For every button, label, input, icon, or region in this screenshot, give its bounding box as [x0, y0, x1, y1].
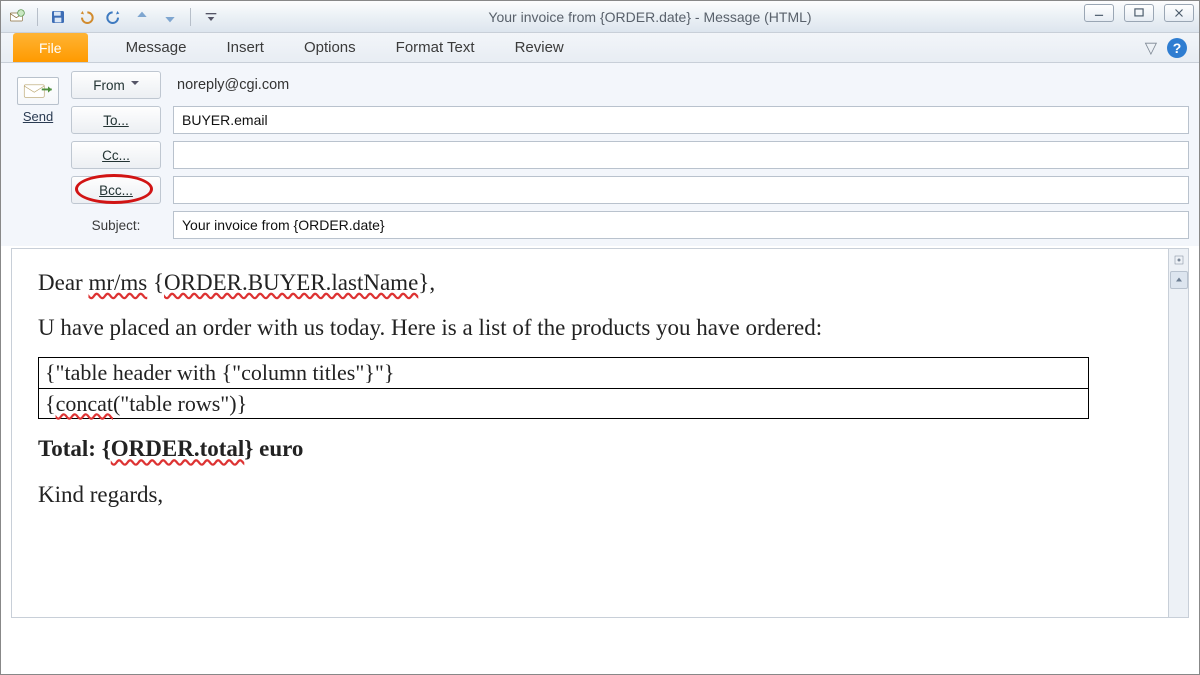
tab-message[interactable]: Message: [106, 33, 207, 62]
compose-header: Send From noreply@cgi.com To... Cc... Bc…: [1, 63, 1199, 246]
bcc-field[interactable]: [173, 176, 1189, 204]
body-intro: U have placed an order with us today. He…: [38, 312, 1144, 343]
from-value: noreply@cgi.com: [173, 71, 1189, 99]
send-label: Send: [23, 109, 53, 124]
window-title: Your invoice from {ORDER.date} - Message…: [221, 9, 1199, 25]
table-header-cell: {"table header with {"column titles"}"}: [39, 358, 1089, 389]
table-rows-cell: {concat("table rows")}: [39, 388, 1089, 419]
tab-options[interactable]: Options: [284, 33, 376, 62]
cc-button[interactable]: Cc...: [71, 141, 161, 169]
body-total: Total: {ORDER.total} euro: [38, 433, 1144, 464]
subject-field[interactable]: [173, 211, 1189, 239]
from-button-label: From: [93, 78, 125, 93]
undo-icon[interactable]: [76, 7, 96, 27]
save-icon[interactable]: [48, 7, 68, 27]
bcc-button-label: Bcc...: [99, 183, 133, 198]
to-field[interactable]: [173, 106, 1189, 134]
tab-review[interactable]: Review: [495, 33, 584, 62]
message-body-editor[interactable]: Dear mr/ms {ORDER.BUYER.lastName}, U hav…: [11, 248, 1189, 618]
cc-button-label: Cc...: [102, 148, 130, 163]
body-greeting: Dear mr/ms {ORDER.BUYER.lastName},: [38, 267, 1144, 298]
title-bar: Your invoice from {ORDER.date} - Message…: [1, 1, 1199, 33]
scroll-options-icon[interactable]: [1170, 251, 1188, 269]
new-mail-icon[interactable]: [7, 7, 27, 27]
tab-insert[interactable]: Insert: [206, 33, 284, 62]
cc-field[interactable]: [173, 141, 1189, 169]
prev-item-icon[interactable]: [132, 7, 152, 27]
to-button-label: To...: [103, 113, 129, 128]
subject-label: Subject:: [71, 218, 161, 233]
minimize-button[interactable]: [1084, 4, 1114, 22]
collapse-ribbon-icon[interactable]: ▽: [1145, 38, 1157, 58]
send-section: Send: [11, 71, 71, 246]
help-icon[interactable]: ?: [1167, 38, 1187, 58]
scroll-up-icon[interactable]: [1170, 271, 1188, 289]
send-button[interactable]: [17, 77, 59, 105]
redo-icon[interactable]: [104, 7, 124, 27]
to-button[interactable]: To...: [71, 106, 161, 134]
editor-scrollbar[interactable]: [1168, 249, 1188, 617]
body-signoff: Kind regards,: [38, 479, 1144, 510]
from-button[interactable]: From: [71, 71, 161, 99]
customize-qat-icon[interactable]: [201, 7, 221, 27]
bcc-button[interactable]: Bcc...: [71, 176, 161, 204]
close-button[interactable]: [1164, 4, 1194, 22]
file-tab[interactable]: File: [13, 33, 88, 62]
ribbon-tabs: File Message Insert Options Format Text …: [1, 33, 1199, 63]
maximize-button[interactable]: [1124, 4, 1154, 22]
body-table: {"table header with {"column titles"}"} …: [38, 357, 1089, 419]
tab-format-text[interactable]: Format Text: [376, 33, 495, 62]
next-item-icon[interactable]: [160, 7, 180, 27]
window-controls: [1084, 4, 1194, 22]
quick-access-toolbar: [7, 7, 221, 27]
